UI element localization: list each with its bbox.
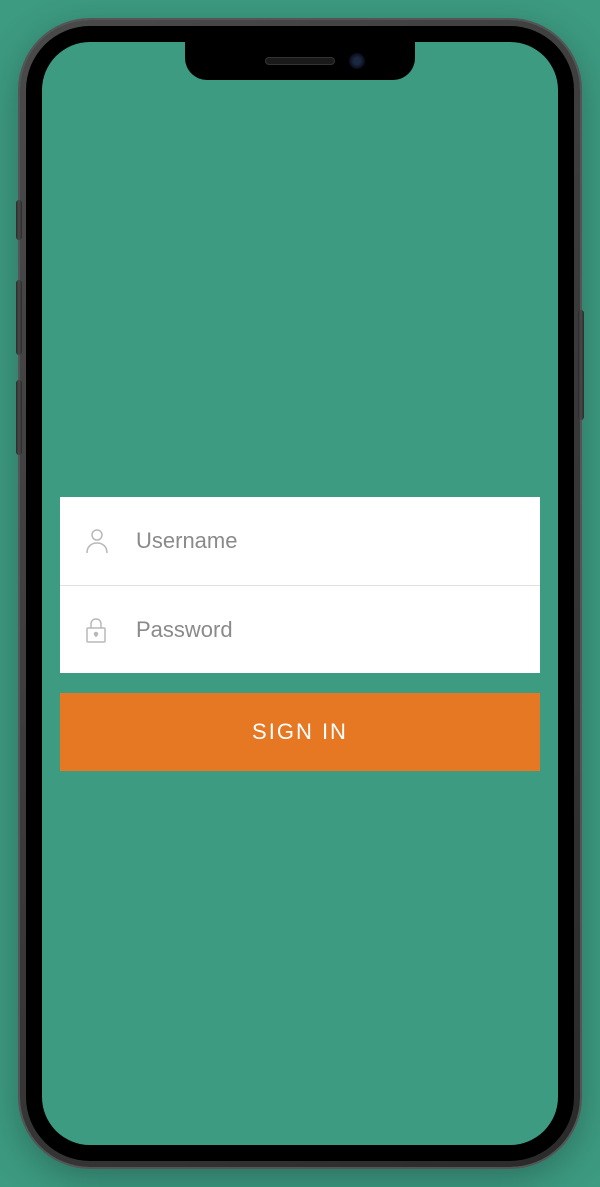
- user-icon: [84, 527, 120, 555]
- password-row[interactable]: [60, 585, 540, 673]
- input-card: [60, 497, 540, 673]
- volume-up-button: [16, 280, 22, 355]
- phone-frame: SIGN IN: [20, 20, 580, 1167]
- phone-bezel: SIGN IN: [26, 26, 574, 1161]
- login-form: SIGN IN: [60, 497, 540, 771]
- speaker-grille: [265, 57, 335, 65]
- power-button: [578, 310, 584, 420]
- volume-down-button: [16, 380, 22, 455]
- username-input[interactable]: [136, 528, 516, 554]
- front-camera: [349, 53, 365, 69]
- password-input[interactable]: [136, 617, 516, 643]
- silent-switch: [16, 200, 22, 240]
- lock-icon: [84, 616, 120, 644]
- username-row[interactable]: [60, 497, 540, 585]
- screen: SIGN IN: [42, 42, 558, 1145]
- signin-button[interactable]: SIGN IN: [60, 693, 540, 771]
- notch: [185, 42, 415, 80]
